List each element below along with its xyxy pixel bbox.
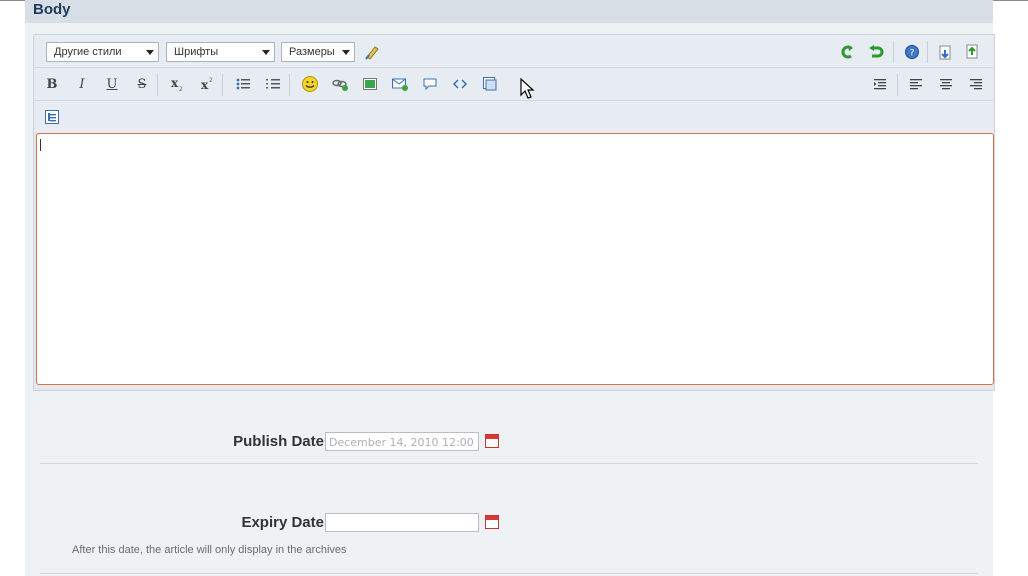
emoticon-button[interactable] bbox=[299, 73, 321, 95]
section-title: Body bbox=[33, 1, 71, 18]
publish-date-calendar-button[interactable] bbox=[485, 434, 499, 448]
email-icon bbox=[392, 78, 408, 91]
document-import-icon bbox=[939, 45, 951, 60]
svg-text:2: 2 bbox=[209, 77, 213, 84]
sizes-dropdown-label: Размеры bbox=[289, 46, 335, 58]
chevron-down-icon bbox=[146, 50, 154, 55]
editor-content-area[interactable] bbox=[36, 133, 994, 385]
expiry-date-calendar-button[interactable] bbox=[485, 515, 499, 529]
subscript-icon: x 2 bbox=[171, 76, 183, 93]
format-painter-icon bbox=[365, 46, 379, 60]
strikethrough-button[interactable]: S bbox=[131, 73, 153, 95]
insert-email-button[interactable] bbox=[389, 73, 411, 95]
page-break-icon bbox=[45, 110, 59, 124]
expiry-date-help-text: After this date, the article will only d… bbox=[72, 544, 347, 556]
toolbar-separator bbox=[893, 41, 894, 63]
styles-dropdown[interactable]: Другие стили bbox=[46, 42, 159, 62]
code-icon bbox=[452, 79, 468, 89]
styles-dropdown-label: Другие стили bbox=[54, 46, 122, 58]
align-left-button[interactable] bbox=[905, 73, 927, 95]
toolbar-separator bbox=[157, 74, 158, 96]
align-center-icon bbox=[940, 79, 952, 90]
align-right-icon bbox=[970, 79, 982, 90]
toolbar-separator bbox=[897, 74, 898, 96]
subscript-button[interactable]: x 2 bbox=[166, 73, 188, 95]
read-more-button[interactable] bbox=[41, 106, 63, 128]
indent-button[interactable] bbox=[869, 73, 891, 95]
format-painter-button[interactable] bbox=[361, 41, 383, 63]
svg-text:2: 2 bbox=[179, 86, 183, 93]
superscript-icon: x 2 bbox=[201, 77, 213, 92]
italic-button[interactable]: I bbox=[71, 73, 93, 95]
align-right-button[interactable] bbox=[965, 73, 987, 95]
expiry-date-input[interactable] bbox=[325, 513, 479, 532]
fonts-dropdown-label: Шрифты bbox=[174, 46, 219, 58]
expiry-date-label: Expiry Date bbox=[241, 514, 324, 531]
indent-icon bbox=[874, 79, 886, 90]
undo-button[interactable] bbox=[835, 41, 857, 63]
toolbar-separator bbox=[289, 74, 290, 96]
insert-template-button[interactable] bbox=[479, 73, 501, 95]
insert-link-button[interactable] bbox=[329, 73, 351, 95]
section-header: Body bbox=[25, 0, 993, 23]
calendar-icon bbox=[486, 516, 498, 520]
image-icon bbox=[363, 78, 377, 90]
help-button[interactable]: ? bbox=[901, 41, 923, 63]
svg-text:?: ? bbox=[910, 49, 915, 59]
numbered-list-button[interactable] bbox=[262, 73, 284, 95]
link-icon bbox=[332, 79, 348, 91]
publish-date-input[interactable]: December 14, 2010 12:00 am bbox=[325, 432, 479, 451]
align-left-icon bbox=[910, 79, 922, 90]
chevron-down-icon bbox=[342, 50, 350, 55]
sizes-dropdown[interactable]: Размеры bbox=[281, 42, 355, 62]
mouse-pointer-icon bbox=[520, 78, 535, 99]
bold-button[interactable]: B bbox=[41, 73, 63, 95]
superscript-button[interactable]: x 2 bbox=[196, 73, 218, 95]
help-icon: ? bbox=[905, 45, 919, 59]
chevron-down-icon bbox=[262, 50, 270, 55]
import-button[interactable] bbox=[934, 42, 956, 64]
svg-text:x: x bbox=[171, 76, 179, 90]
redo-button[interactable] bbox=[865, 41, 887, 63]
underline-button[interactable]: U bbox=[101, 73, 123, 95]
fonts-dropdown[interactable]: Шрифты bbox=[166, 42, 275, 62]
bulleted-list-button[interactable] bbox=[232, 73, 254, 95]
toolbar-row-2: B I U S x 2 x 2 bbox=[35, 68, 993, 101]
field-divider bbox=[40, 573, 978, 574]
redo-icon bbox=[869, 45, 884, 58]
undo-icon bbox=[841, 45, 853, 59]
bulleted-list-icon bbox=[236, 78, 250, 90]
align-center-button[interactable] bbox=[935, 73, 957, 95]
export-button[interactable] bbox=[961, 40, 983, 62]
publish-date-label: Publish Date bbox=[233, 433, 324, 450]
template-icon bbox=[483, 77, 497, 91]
toolbar-separator bbox=[927, 41, 928, 63]
field-divider bbox=[40, 463, 978, 464]
smiley-icon bbox=[302, 76, 318, 92]
source-code-button[interactable] bbox=[449, 73, 471, 95]
numbered-list-icon bbox=[266, 79, 280, 89]
insert-image-button[interactable] bbox=[359, 73, 381, 95]
document-export-icon bbox=[966, 44, 978, 59]
svg-text:x: x bbox=[201, 78, 209, 92]
toolbar-separator bbox=[222, 74, 223, 96]
insert-comment-button[interactable] bbox=[419, 73, 441, 95]
speech-bubble-icon bbox=[423, 78, 437, 91]
toolbar-row-1: Другие стили Шрифты Размеры ? bbox=[35, 35, 993, 68]
toolbar-row-3 bbox=[35, 101, 993, 134]
calendar-icon bbox=[486, 435, 498, 439]
text-caret bbox=[40, 139, 41, 151]
